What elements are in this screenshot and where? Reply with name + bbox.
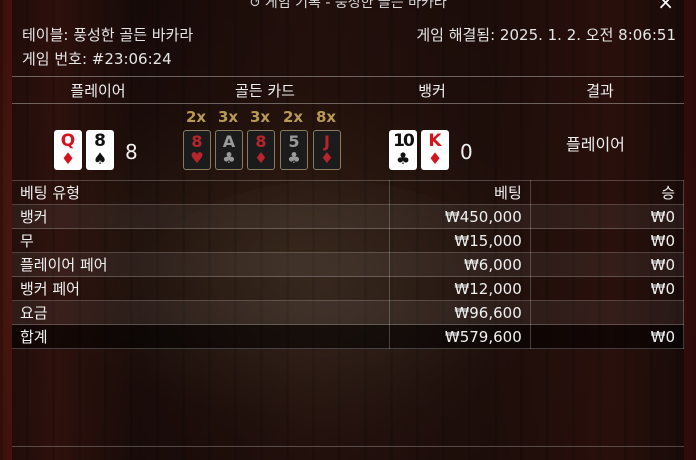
golden-multiplier-3: 3x (249, 108, 271, 126)
column-result: 결과 (586, 82, 614, 100)
bet-type-cell: 뱅커 (12, 204, 390, 229)
table-row: 뱅커 ₩450,000 ₩0 (12, 204, 685, 229)
resolved-time-label: 게임 해결됨: 2025. 1. 2. 오전 8:06:51 (416, 26, 676, 44)
banker-card-1: 10 ♣ (389, 130, 417, 170)
win-amount-cell: ₩0 (530, 204, 685, 229)
game-number-label: 게임 번호: #23:06:24 (22, 50, 172, 68)
column-golden-cards: 골든 카드 (235, 82, 295, 100)
golden-multiplier-5: 8x (315, 108, 337, 126)
header-bet-amount: 베팅 (389, 180, 531, 205)
bet-amount-cell: ₩12,000 (389, 276, 531, 301)
banker-card-2: K ♦ (421, 130, 449, 170)
table-row: 뱅커 페어 ₩12,000 ₩0 (12, 276, 685, 301)
win-amount-cell: ₩0 (530, 276, 685, 301)
game-history-panel: ↺ 게임 기록 - 풍성한 골든 바카라 × 테이블: 풍성한 골든 바카라 게임… (12, 0, 685, 460)
table-name-label: 테이블: 풍성한 골든 바카라 (22, 26, 194, 44)
golden-card-5: J ♦ (313, 130, 341, 170)
bet-amount-cell: ₩96,600 (389, 300, 531, 325)
close-button[interactable]: × (657, 0, 674, 12)
table-row: 요금 ₩96,600 (12, 300, 685, 325)
player-card-2: 8 ♠ (86, 130, 114, 170)
banker-score: 0 (460, 140, 473, 164)
hand-columns-header: 플레이어 골든 카드 뱅커 결과 (12, 76, 684, 104)
header-win: 승 (530, 180, 685, 205)
bet-type-cell: 요금 (12, 300, 390, 325)
player-score: 8 (125, 140, 138, 164)
golden-multiplier-4: 2x (282, 108, 304, 126)
win-amount-cell: ₩0 (530, 252, 685, 277)
bet-amount-cell: ₩15,000 (389, 228, 531, 253)
total-bet-cell: ₩579,600 (389, 324, 531, 349)
bets-table-header: 베팅 유형 베팅 승 (12, 180, 685, 205)
bet-type-cell: 뱅커 페어 (12, 276, 390, 301)
header-bet-type: 베팅 유형 (12, 180, 390, 205)
bet-type-cell: 플레이어 페어 (12, 252, 390, 277)
table-total-row: 합계 ₩579,600 ₩0 (12, 324, 685, 349)
player-card-1: Q ♦ (54, 130, 82, 170)
golden-card-3: 8 ♦ (247, 130, 275, 170)
info-row-table: 테이블: 풍성한 골든 바카라 게임 해결됨: 2025. 1. 2. 오전 8… (22, 24, 676, 45)
golden-card-1: 8 ♥ (183, 130, 211, 170)
result-winner: 플레이어 (566, 135, 625, 154)
window-title: 게임 기록 - 풍성한 골든 바카라 (264, 0, 447, 11)
total-label-cell: 합계 (12, 324, 390, 349)
info-row-game-number: 게임 번호: #23:06:24 (22, 48, 676, 69)
bets-table: 베팅 유형 베팅 승 뱅커 ₩450,000 ₩0 무 ₩15,000 ₩0 플… (12, 180, 685, 349)
golden-multiplier-1: 2x (185, 108, 207, 126)
window-title-bar: ↺ 게임 기록 - 풍성한 골든 바카라 (12, 0, 684, 11)
history-icon: ↺ (249, 0, 261, 11)
table-row: 플레이어 페어 ₩6,000 ₩0 (12, 252, 685, 277)
golden-card-4: 5 ♣ (280, 130, 308, 170)
column-player: 플레이어 (70, 82, 126, 100)
golden-card-2: A ♣ (215, 130, 243, 170)
column-banker: 뱅커 (418, 82, 446, 100)
bet-amount-cell: ₩6,000 (389, 252, 531, 277)
total-win-cell: ₩0 (530, 324, 685, 349)
hands-row: Q ♦ 8 ♠ 8 2x 3x 3x 2x 8x 8 ♥ A ♣ 8 ♦ 5 ♣ J ♦ 10… (12, 104, 684, 176)
panel-bottom-divider (12, 446, 684, 447)
win-amount-cell (530, 300, 685, 325)
bet-type-cell: 무 (12, 228, 390, 253)
win-amount-cell: ₩0 (530, 228, 685, 253)
golden-multiplier-2: 3x (217, 108, 239, 126)
bet-amount-cell: ₩450,000 (389, 204, 531, 229)
table-row: 무 ₩15,000 ₩0 (12, 228, 685, 253)
